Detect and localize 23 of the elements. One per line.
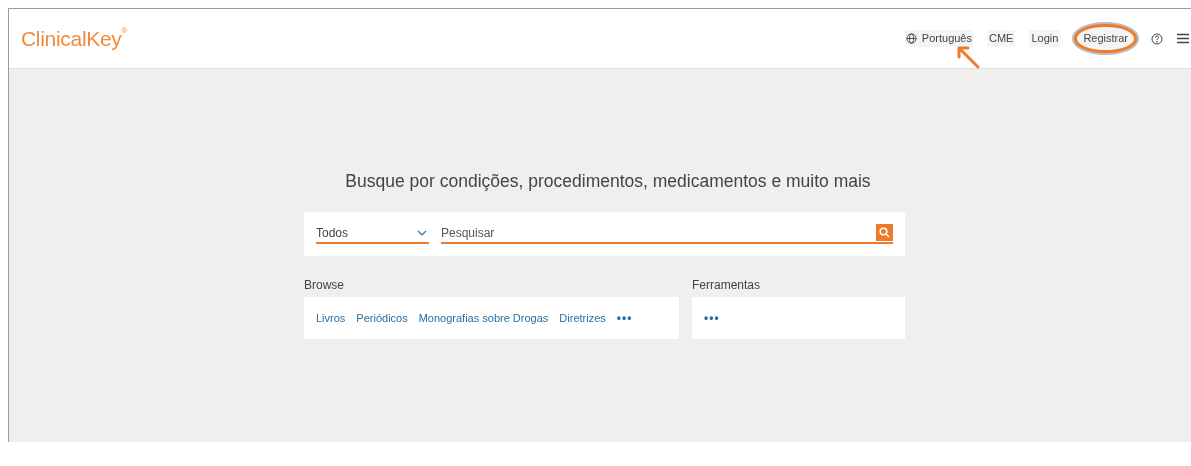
search-button[interactable] [876, 224, 893, 242]
browse-title: Browse [304, 277, 345, 295]
browse-link[interactable]: Diretrizes [559, 310, 606, 327]
menu-icon[interactable] [1177, 33, 1189, 44]
globe-icon [905, 33, 917, 44]
chevron-down-icon [417, 230, 427, 237]
registered-mark: ® [121, 24, 128, 35]
nav-link[interactable]: Registrar [1074, 24, 1137, 53]
browse-link[interactable]: Livros [316, 310, 346, 327]
more-button[interactable]: ••• [616, 309, 633, 328]
search-icon [879, 227, 890, 239]
browse-link[interactable]: Periódicos [356, 310, 408, 327]
tools-title: Ferramentas [692, 277, 762, 295]
nav-link[interactable]: CME [987, 30, 1016, 47]
search-field[interactable]: Pesquisar [441, 224, 876, 245]
language-button[interactable]: Português [904, 30, 973, 47]
scope-dropdown[interactable]: Todos [316, 224, 429, 245]
nav-link[interactable]: Login [1029, 30, 1061, 47]
help-icon[interactable] [1151, 32, 1163, 45]
search-heading: Busque por condições, procedimentos, medicamentos e muito mais [345, 170, 871, 193]
search-bar[interactable]: Todos Pesquisar [304, 212, 905, 257]
browse-link[interactable]: Monografias sobre Drogas [418, 310, 549, 327]
more-button[interactable]: ••• [704, 309, 720, 328]
